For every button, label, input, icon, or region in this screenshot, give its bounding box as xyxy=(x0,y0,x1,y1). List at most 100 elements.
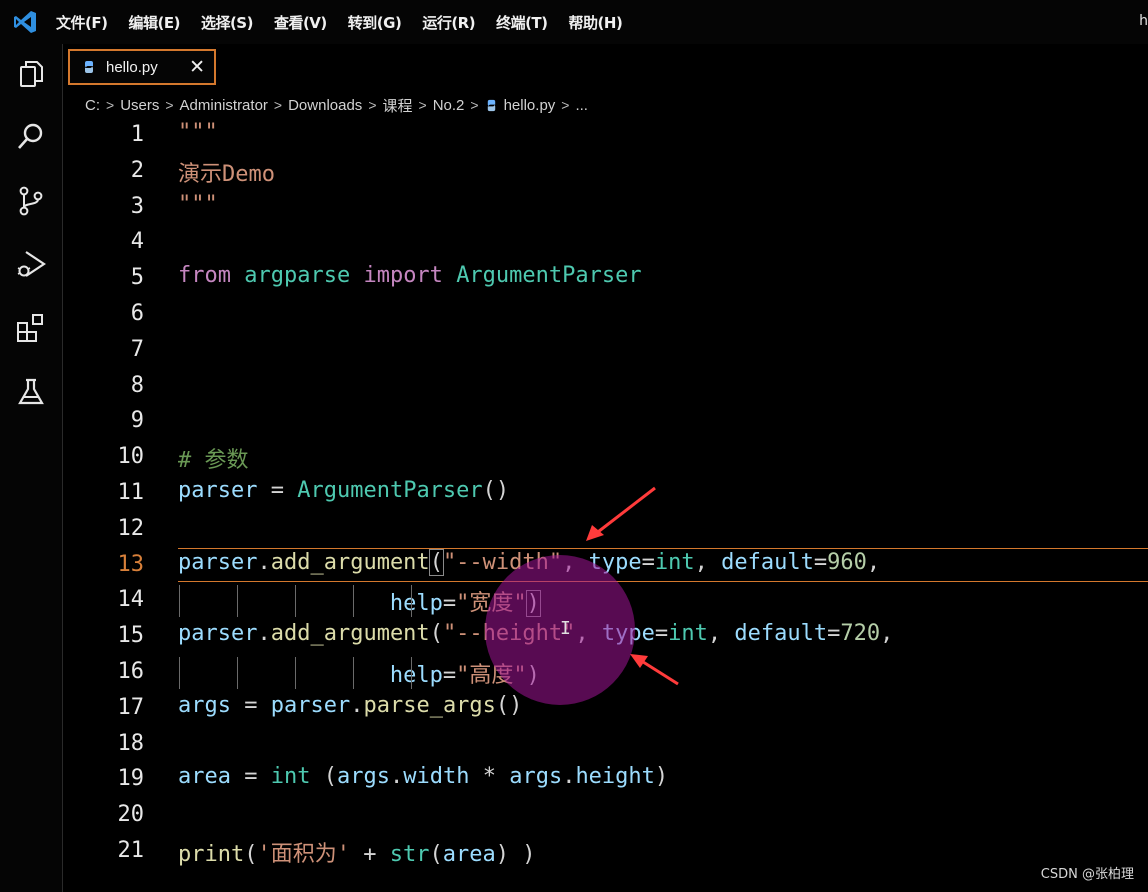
window-title: h xyxy=(1139,13,1148,29)
code-line[interactable]: 4 xyxy=(63,225,1148,261)
watermark: CSDN @张柏理 xyxy=(1040,867,1134,882)
code-token: parser xyxy=(178,621,258,647)
code-text: from argparse import ArgumentParser xyxy=(178,263,642,288)
tab-hello-py[interactable]: hello.py ✕ xyxy=(68,49,216,85)
code-line[interactable]: 5 from argparse import ArgumentParser xyxy=(63,261,1148,297)
breadcrumb-item[interactable]: hello.py xyxy=(504,97,556,114)
menu-item-2[interactable]: 选择(S) xyxy=(201,12,254,33)
close-icon[interactable]: ✕ xyxy=(189,56,205,78)
code-line[interactable]: 3 """ xyxy=(63,190,1148,226)
text-cursor-icon: I xyxy=(560,618,571,639)
code-text: """ xyxy=(178,192,218,217)
code-token: + xyxy=(349,842,390,867)
menu-item-7[interactable]: 帮助(H) xyxy=(569,12,623,33)
code-line[interactable]: 7 xyxy=(63,333,1148,369)
menu-item-6[interactable]: 终端(T) xyxy=(496,12,548,33)
code-token: = xyxy=(654,621,669,647)
code-token: print xyxy=(178,842,245,867)
line-number: 8 xyxy=(130,372,144,398)
code-line[interactable]: 10 # 参数 xyxy=(63,440,1148,476)
line-number: 7 xyxy=(130,336,144,362)
code-token: width xyxy=(403,764,470,790)
breadcrumb-item[interactable]: Administrator xyxy=(180,97,268,114)
menu-item-5[interactable]: 运行(R) xyxy=(422,12,475,33)
line-number: 4 xyxy=(130,229,144,255)
code-text: 演示Demo xyxy=(178,156,275,188)
code-token: type xyxy=(601,621,655,647)
menu-item-4[interactable]: 转到(G) xyxy=(348,12,402,33)
indent-guide xyxy=(295,585,296,618)
breadcrumb-item[interactable]: Downloads xyxy=(288,97,362,114)
code-token: ( xyxy=(244,842,258,867)
code-line[interactable]: 6 xyxy=(63,297,1148,333)
code-line[interactable]: 8 xyxy=(63,369,1148,405)
code-token: area xyxy=(442,842,496,867)
menu-item-3[interactable]: 查看(V) xyxy=(274,12,327,33)
code-line[interactable]: 14 help="宽度") xyxy=(63,583,1148,619)
code-text: help="高度") xyxy=(178,657,540,689)
explorer-icon[interactable] xyxy=(15,58,47,90)
indent-guide xyxy=(411,585,412,618)
source-control-icon[interactable] xyxy=(15,185,47,217)
line-number: 15 xyxy=(117,623,145,649)
line-number: 11 xyxy=(117,480,145,505)
code-text: parser.add_argument("--height", type=int… xyxy=(178,621,893,646)
search-icon[interactable] xyxy=(15,120,47,152)
line-number: 18 xyxy=(117,730,145,756)
code-line[interactable]: 12 xyxy=(63,512,1148,548)
code-text: parser.add_argument("--width", type=int,… xyxy=(178,548,881,576)
code-token: ) xyxy=(526,663,540,688)
code-token: "--width" xyxy=(442,549,563,575)
code-line[interactable]: 20 xyxy=(63,798,1148,834)
breadcrumb-item[interactable]: C: xyxy=(85,97,100,114)
code-token: , xyxy=(866,549,881,575)
code-token: = xyxy=(442,591,457,617)
code-token: , xyxy=(694,549,722,575)
code-token: default xyxy=(734,621,828,647)
menu-item-1[interactable]: 编辑(E) xyxy=(128,12,180,33)
code-line[interactable]: 11 parser = ArgumentParser() xyxy=(63,476,1148,512)
tab-bar: hello.py ✕ xyxy=(63,44,1148,89)
breadcrumb-item[interactable]: Users xyxy=(120,97,159,114)
code-token: parser xyxy=(270,692,351,718)
chevron-right-icon: > xyxy=(470,97,479,113)
line-number: 12 xyxy=(117,515,145,541)
code-line[interactable]: 15 parser.add_argument("--height", type=i… xyxy=(63,619,1148,655)
code-token: argparse xyxy=(244,263,351,289)
code-line[interactable]: 9 xyxy=(63,404,1148,440)
code-token: 960 xyxy=(827,549,867,575)
testing-icon[interactable] xyxy=(15,376,47,408)
code-line[interactable]: 19 area = int (args.width * args.height) xyxy=(63,762,1148,798)
indent-guide xyxy=(295,657,296,689)
code-token: # 参数 xyxy=(178,448,249,474)
code-token: add_argument xyxy=(270,621,430,647)
code-line[interactable]: 21 print('面积为' + str(area) ) xyxy=(63,834,1148,870)
code-token: ( xyxy=(428,548,444,576)
code-line[interactable]: 2 演示Demo xyxy=(63,154,1148,190)
code-line[interactable]: 13 parser.add_argument("--width", type=in… xyxy=(63,547,1148,584)
extensions-icon[interactable] xyxy=(15,312,47,344)
run-debug-icon[interactable] xyxy=(15,248,47,280)
menu-item-0[interactable]: 文件(F) xyxy=(56,12,108,33)
code-token: area xyxy=(178,764,231,790)
vscode-logo-icon[interactable] xyxy=(12,9,38,35)
line-number: 9 xyxy=(130,408,144,434)
breadcrumb-item[interactable]: 课程 xyxy=(383,95,413,116)
code-editor[interactable]: 1 """ 2 演示Demo 3 """ 4 5 from argparse import Ar… xyxy=(63,118,1148,892)
indent-guide xyxy=(237,657,238,689)
code-token: int xyxy=(654,549,695,575)
code-line[interactable]: 18 xyxy=(63,727,1148,763)
code-token: , xyxy=(562,549,589,575)
code-token: = xyxy=(641,549,655,575)
code-line[interactable]: 1 """ xyxy=(63,118,1148,154)
indent-guide xyxy=(179,585,180,618)
code-line[interactable]: 16 help="高度") xyxy=(63,655,1148,691)
code-line[interactable]: 17 args = parser.parse_args() xyxy=(63,691,1148,727)
code-token: "宽度" xyxy=(456,591,527,617)
tab-label: hello.py xyxy=(106,58,158,76)
breadcrumb-item[interactable]: ... xyxy=(575,97,588,114)
breadcrumb-item[interactable]: No.2 xyxy=(433,97,465,114)
